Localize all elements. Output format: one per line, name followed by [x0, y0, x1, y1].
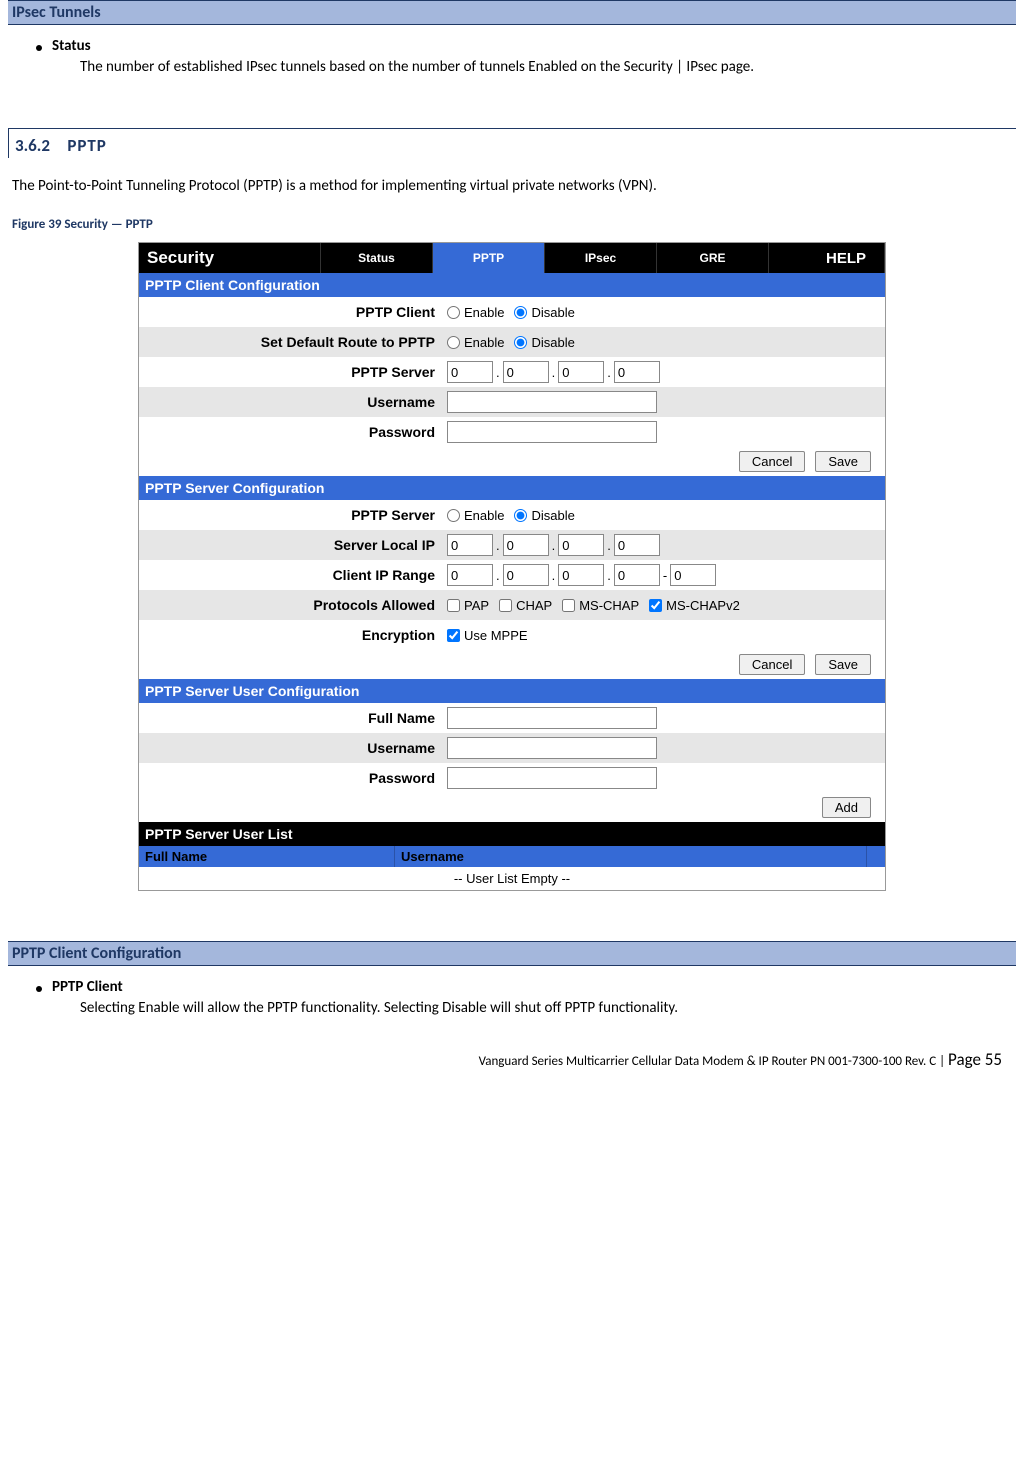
client-cancel-button[interactable]: Cancel: [739, 451, 805, 472]
col-end: [867, 846, 885, 867]
client-server-ip-3[interactable]: [614, 361, 660, 383]
label-encryption: Encryption: [139, 627, 447, 643]
header-client-config: PPTP Client Configuration: [139, 273, 885, 297]
label-user-password: Password: [139, 770, 447, 786]
bullet-body-status: The number of established IPsec tunnels …: [36, 57, 1016, 78]
check-chap[interactable]: [499, 599, 512, 612]
label-client-username: Username: [139, 394, 447, 410]
server-local-ip-1[interactable]: [503, 534, 549, 556]
label-user-username: Username: [139, 740, 447, 756]
col-fullname: Full Name: [139, 846, 395, 867]
radio-route-enable[interactable]: [447, 336, 460, 349]
user-list-empty: -- User List Empty --: [139, 867, 885, 890]
pptp-config-panel: Security Status PPTP IPsec GRE HELP PPTP…: [138, 242, 886, 891]
range-ip-1[interactable]: [503, 564, 549, 586]
tab-security[interactable]: Security: [139, 243, 321, 273]
radio-route-disable[interactable]: [514, 336, 527, 349]
check-mschap[interactable]: [562, 599, 575, 612]
user-password-input[interactable]: [447, 767, 657, 789]
server-local-ip-2[interactable]: [558, 534, 604, 556]
subsection-heading-pptp: 3.6.2 PPTP: [8, 128, 1016, 158]
bullet-title-pptp-client: PPTP Client: [52, 978, 123, 996]
client-server-ip-2[interactable]: [558, 361, 604, 383]
user-fullname-input[interactable]: [447, 707, 657, 729]
user-list-title: PPTP Server User List: [139, 822, 885, 846]
label-server-local-ip: Server Local IP: [139, 537, 447, 553]
server-cancel-button[interactable]: Cancel: [739, 654, 805, 675]
label-client-password: Password: [139, 424, 447, 440]
client-password-input[interactable]: [447, 421, 657, 443]
tab-status[interactable]: Status: [321, 243, 433, 273]
client-server-ip-1[interactable]: [503, 361, 549, 383]
server-local-ip-0[interactable]: [447, 534, 493, 556]
bullet-icon: [36, 45, 42, 51]
bullet-icon: [36, 986, 42, 992]
radio-client-enable[interactable]: [447, 306, 460, 319]
col-username: Username: [395, 846, 867, 867]
user-username-input[interactable]: [447, 737, 657, 759]
label-default-route: Set Default Route to PPTP: [139, 334, 447, 350]
label-pptp-client: PPTP Client: [139, 304, 447, 320]
label-pptp-server-ip: PPTP Server: [139, 364, 447, 380]
range-ip-0[interactable]: [447, 564, 493, 586]
bullet-body-pptp-client: Selecting Enable will allow the PPTP fun…: [36, 998, 1016, 1019]
check-mppe[interactable]: [447, 629, 460, 642]
range-ip-3[interactable]: [614, 564, 660, 586]
header-server-config: PPTP Server Configuration: [139, 476, 885, 500]
label-pptp-server: PPTP Server: [139, 507, 447, 523]
user-add-button[interactable]: Add: [822, 797, 871, 818]
section-heading-ipsec-tunnels: IPsec Tunnels: [8, 0, 1016, 25]
client-username-input[interactable]: [447, 391, 657, 413]
tab-pptp[interactable]: PPTP: [433, 243, 545, 273]
tab-gre[interactable]: GRE: [657, 243, 769, 273]
tab-ipsec[interactable]: IPsec: [545, 243, 657, 273]
radio-client-disable[interactable]: [514, 306, 527, 319]
bullet-title-status: Status: [52, 37, 91, 55]
check-mschapv2[interactable]: [649, 599, 662, 612]
radio-server-disable[interactable]: [514, 509, 527, 522]
tab-help[interactable]: HELP: [769, 243, 885, 273]
client-save-button[interactable]: Save: [815, 451, 871, 472]
server-save-button[interactable]: Save: [815, 654, 871, 675]
figure-caption: Figure 39 Security — PPTP: [8, 197, 1016, 238]
radio-server-enable[interactable]: [447, 509, 460, 522]
page-footer: Vanguard Series Multicarrier Cellular Da…: [8, 1019, 1016, 1078]
range-ip-2[interactable]: [558, 564, 604, 586]
pptp-intro-paragraph: The Point-to-Point Tunneling Protocol (P…: [8, 158, 1016, 197]
user-list-header: Full Name Username: [139, 846, 885, 867]
check-pap[interactable]: [447, 599, 460, 612]
client-server-ip-0[interactable]: [447, 361, 493, 383]
range-ip-4[interactable]: [670, 564, 716, 586]
section-heading-pptp-client-config: PPTP Client Configuration: [8, 941, 1016, 966]
label-client-ip-range: Client IP Range: [139, 567, 447, 583]
header-user-config: PPTP Server User Configuration: [139, 679, 885, 703]
tab-bar: Security Status PPTP IPsec GRE HELP: [139, 243, 885, 273]
server-local-ip-3[interactable]: [614, 534, 660, 556]
label-protocols-allowed: Protocols Allowed: [139, 597, 447, 613]
label-fullname: Full Name: [139, 710, 447, 726]
